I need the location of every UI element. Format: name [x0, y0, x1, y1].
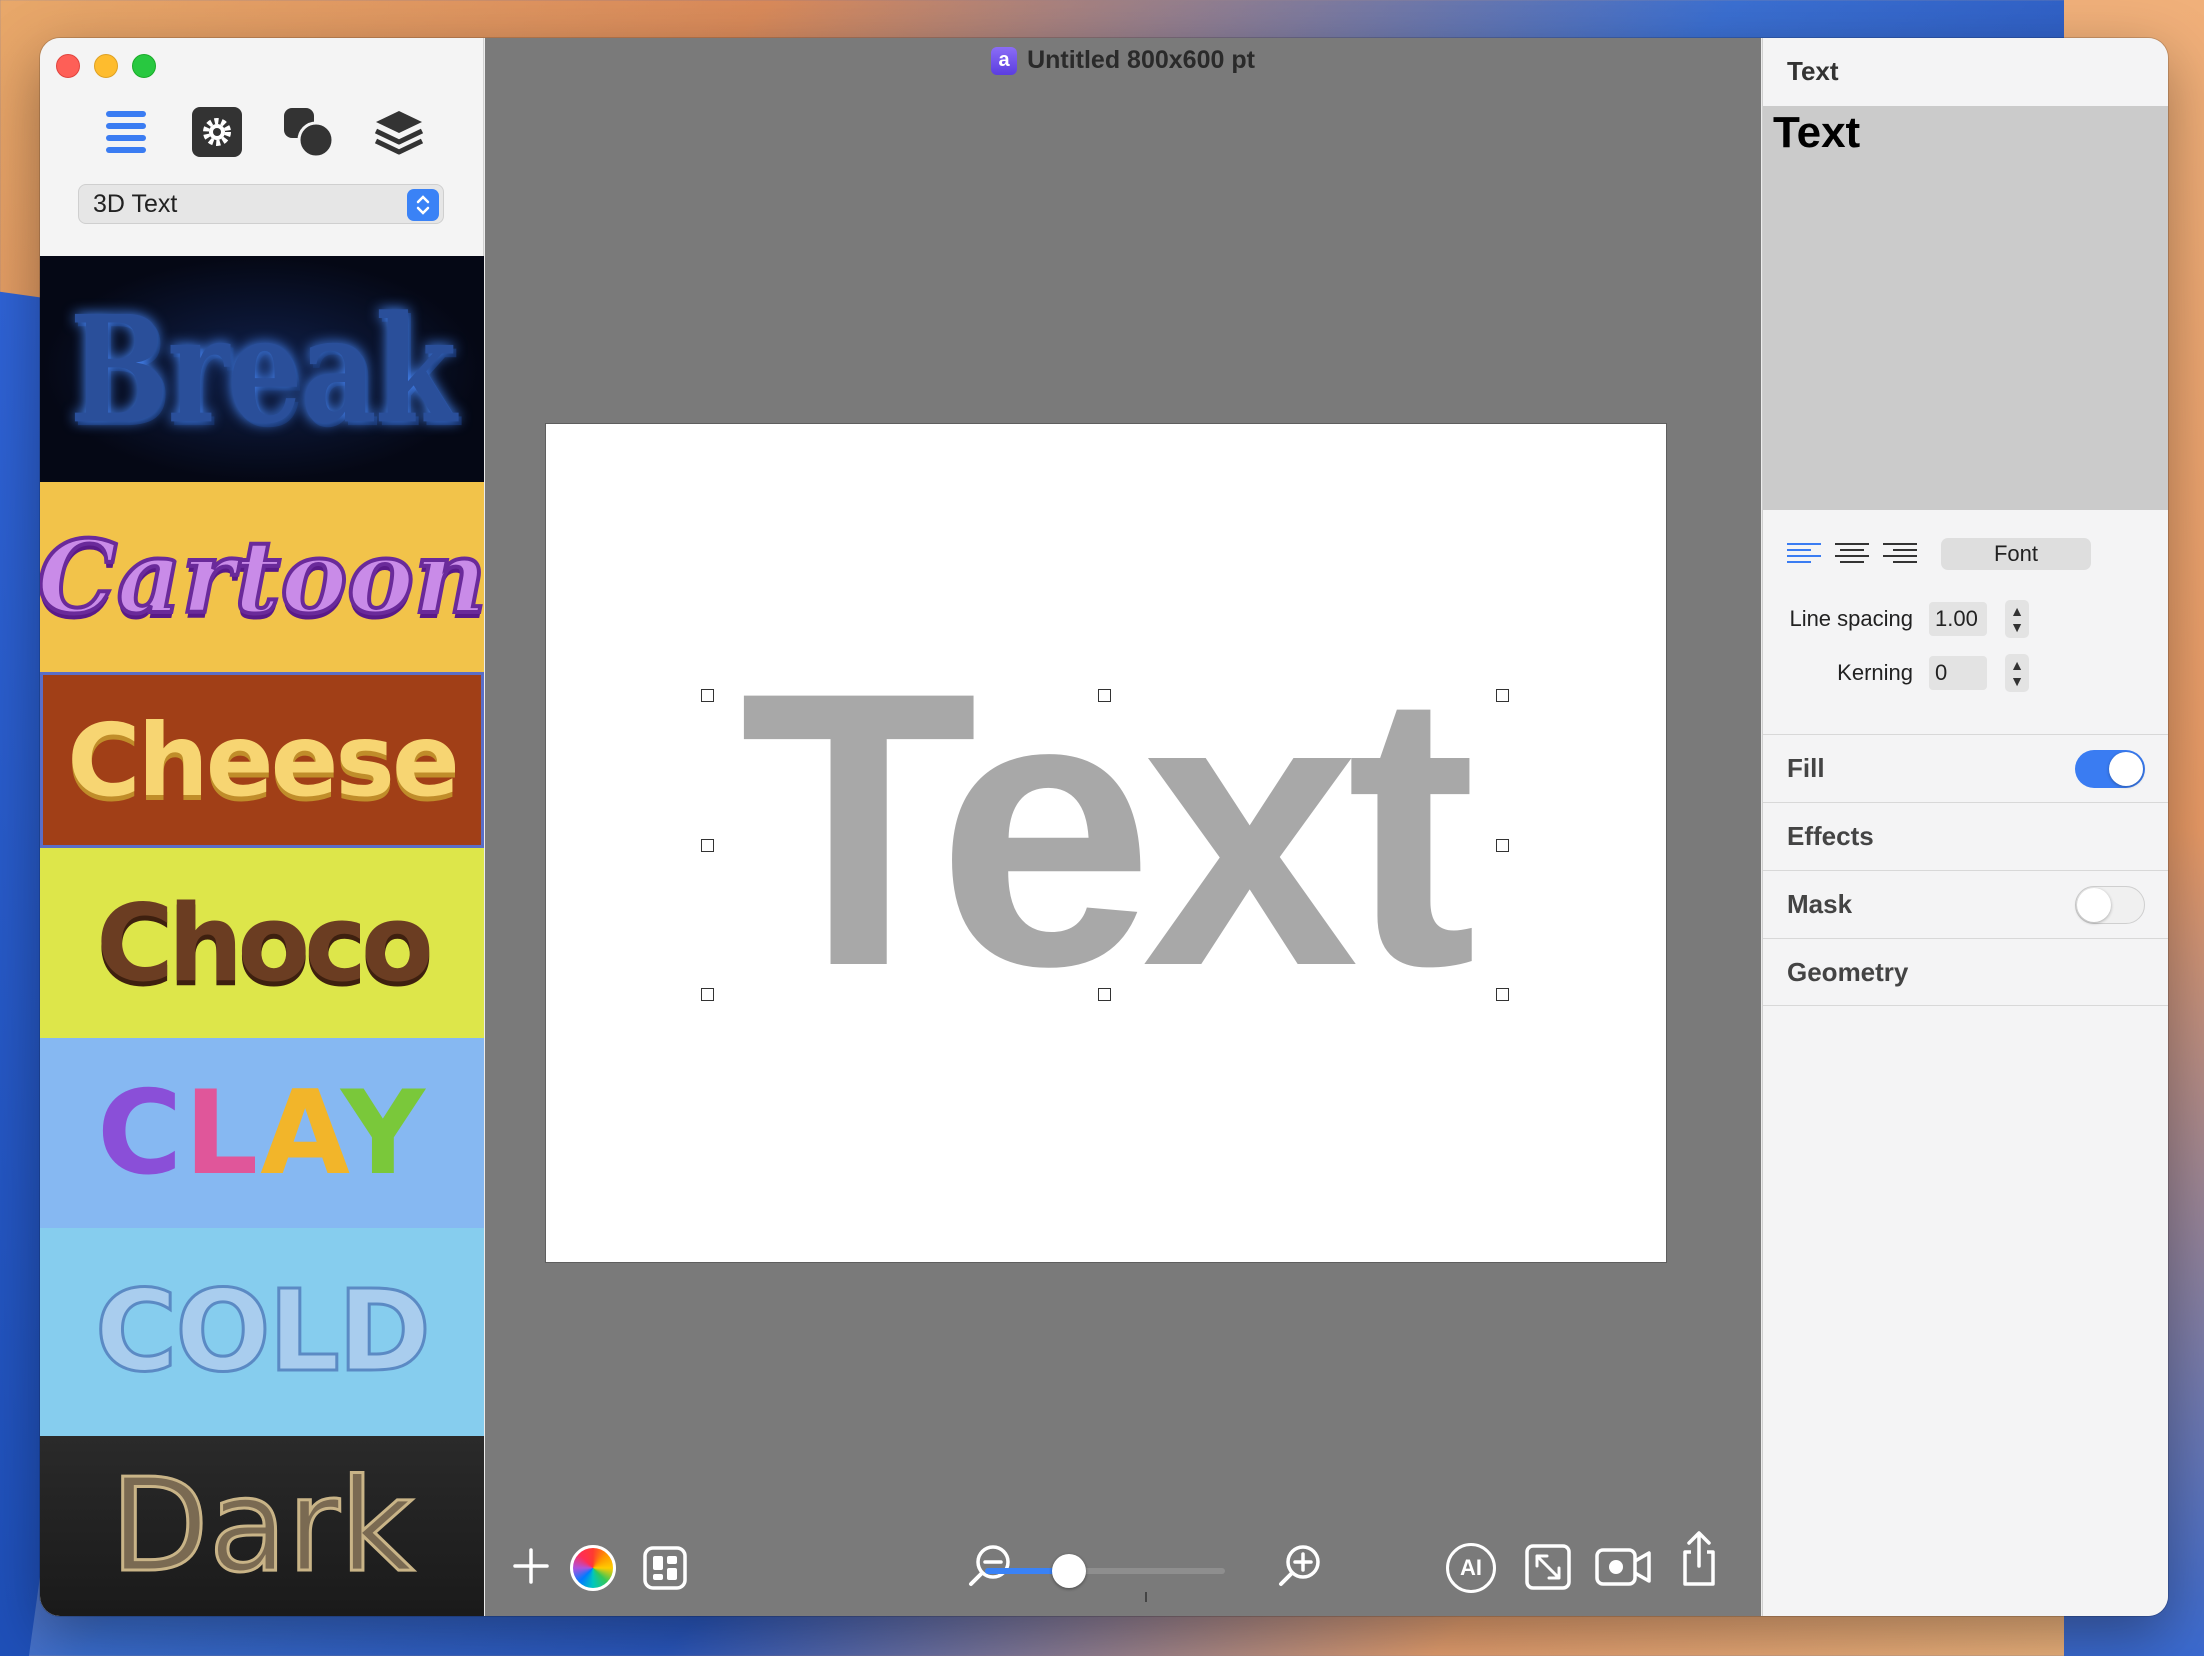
section-fill[interactable]: Fill [1763, 734, 2168, 802]
resize-icon[interactable] [1523, 1542, 1573, 1592]
section-mask[interactable]: Mask [1763, 870, 2168, 938]
section-effects[interactable]: Effects [1763, 802, 2168, 870]
color-wheel-icon[interactable] [569, 1544, 617, 1592]
canvas-text-layer[interactable]: Text [702, 634, 1502, 1024]
app-icon: a [991, 46, 1018, 75]
section-label: Effects [1787, 821, 1874, 851]
line-spacing-label: Line spacing [1789, 606, 1913, 631]
plus-icon[interactable] [511, 1546, 551, 1586]
kerning-label: Kerning [1837, 660, 1913, 685]
sidebar: 3D Text Break Cartoon Cheese Choco CLAY … [40, 38, 484, 1616]
align-left-icon[interactable] [1787, 538, 1821, 568]
zoom-slider-tick [1145, 1592, 1147, 1602]
resize-handle-top-right[interactable] [1496, 689, 1509, 702]
canvas-area: a Untitled 800x600 pt Text AI [485, 38, 1761, 1616]
line-spacing-stepper[interactable]: ▲ ▼ [2005, 600, 2029, 638]
font-button[interactable]: Font [1941, 538, 2091, 570]
mask-toggle[interactable] [2075, 885, 2145, 924]
zoom-in-icon[interactable] [1275, 1540, 1325, 1590]
preset-cheese[interactable]: Cheese [40, 672, 484, 848]
canvas-page[interactable]: Text [545, 423, 1667, 1263]
preset-break[interactable]: Break [40, 256, 484, 482]
section-label: Mask [1787, 889, 1853, 919]
minimize-button[interactable] [94, 54, 118, 78]
zoom-out-icon[interactable] [965, 1540, 1015, 1590]
list-icon[interactable] [96, 102, 156, 162]
text-edit-area[interactable]: Text [1763, 106, 2168, 510]
preset-label: Cheese [67, 701, 460, 819]
inspector-panel: Text Text Font Line spacing 1.00 ▲ ▼ Kern… [1762, 38, 2168, 1616]
window-title: Untitled 800x600 pt [1027, 46, 1255, 74]
close-button[interactable] [56, 54, 80, 78]
section-geometry[interactable]: Geometry [1763, 938, 2168, 1006]
sidebar-toolbar [40, 102, 484, 162]
grid-icon[interactable] [641, 1544, 689, 1592]
window-controls [56, 54, 156, 78]
preset-choco[interactable]: Choco [40, 848, 484, 1038]
preset-clay[interactable]: CLAY [40, 1038, 484, 1228]
zoom-slider[interactable] [985, 1554, 1225, 1588]
ai-label: AI [1446, 1543, 1496, 1593]
window-title-bar: a Untitled 800x600 pt [485, 46, 1761, 75]
alignment-buttons [1787, 538, 1917, 568]
shapes-icon[interactable] [278, 102, 338, 162]
resize-handle-top[interactable] [1098, 689, 1111, 702]
kerning-field[interactable]: 0 [1929, 656, 1987, 690]
preset-label: Break [69, 282, 456, 456]
preset-label: COLD [94, 1266, 433, 1399]
zoom-button[interactable] [132, 54, 156, 78]
category-select[interactable]: 3D Text [78, 184, 444, 224]
resize-handle-bottom-right[interactable] [1496, 988, 1509, 1001]
resize-handle-bottom-left[interactable] [701, 988, 714, 1001]
video-icon[interactable] [1595, 1544, 1651, 1590]
preset-list: Break Cartoon Cheese Choco CLAY COLD Dar… [40, 256, 484, 1616]
bottom-toolbar: AI [485, 1516, 1761, 1616]
fill-toggle[interactable] [2075, 749, 2145, 788]
preset-label: Dark [109, 1450, 416, 1602]
layers-icon[interactable] [369, 102, 429, 162]
resize-handle-right[interactable] [1496, 839, 1509, 852]
resize-handle-top-left[interactable] [701, 689, 714, 702]
inspector-title: Text [1787, 56, 1839, 86]
preset-label-letter: C [97, 1065, 185, 1201]
gear-icon[interactable] [187, 102, 247, 162]
align-right-icon[interactable] [1883, 538, 1917, 568]
preset-label: CLAY [97, 1066, 427, 1201]
preset-cold[interactable]: COLD [40, 1228, 484, 1436]
chevron-updown-icon [407, 189, 439, 221]
align-center-icon[interactable] [1835, 538, 1869, 568]
section-label: Geometry [1787, 956, 1909, 987]
line-spacing-field[interactable]: 1.00 [1929, 602, 1987, 636]
preset-dark[interactable]: Dark [40, 1436, 484, 1616]
share-icon[interactable] [1677, 1528, 1721, 1590]
resize-handle-left[interactable] [701, 839, 714, 852]
preset-label: Cartoon [40, 516, 484, 638]
kerning-row: Kerning 0 ▲ ▼ [1763, 654, 2168, 692]
preset-label-letter: A [260, 1065, 341, 1201]
zoom-slider-knob[interactable] [1052, 1554, 1086, 1588]
preset-label: Choco [96, 881, 434, 1005]
preset-cartoon[interactable]: Cartoon [40, 482, 484, 672]
ai-icon[interactable]: AI [1445, 1542, 1497, 1594]
line-spacing-row: Line spacing 1.00 ▲ ▼ [1763, 600, 2168, 638]
kerning-stepper[interactable]: ▲ ▼ [2005, 654, 2029, 692]
resize-handle-bottom[interactable] [1098, 988, 1111, 1001]
preset-label-letter: Y [340, 1065, 427, 1201]
section-label: Fill [1787, 753, 1825, 783]
preset-label-letter: L [184, 1065, 261, 1201]
app-window: 3D Text Break Cartoon Cheese Choco CLAY … [40, 38, 2168, 1616]
category-select-value: 3D Text [93, 189, 178, 218]
